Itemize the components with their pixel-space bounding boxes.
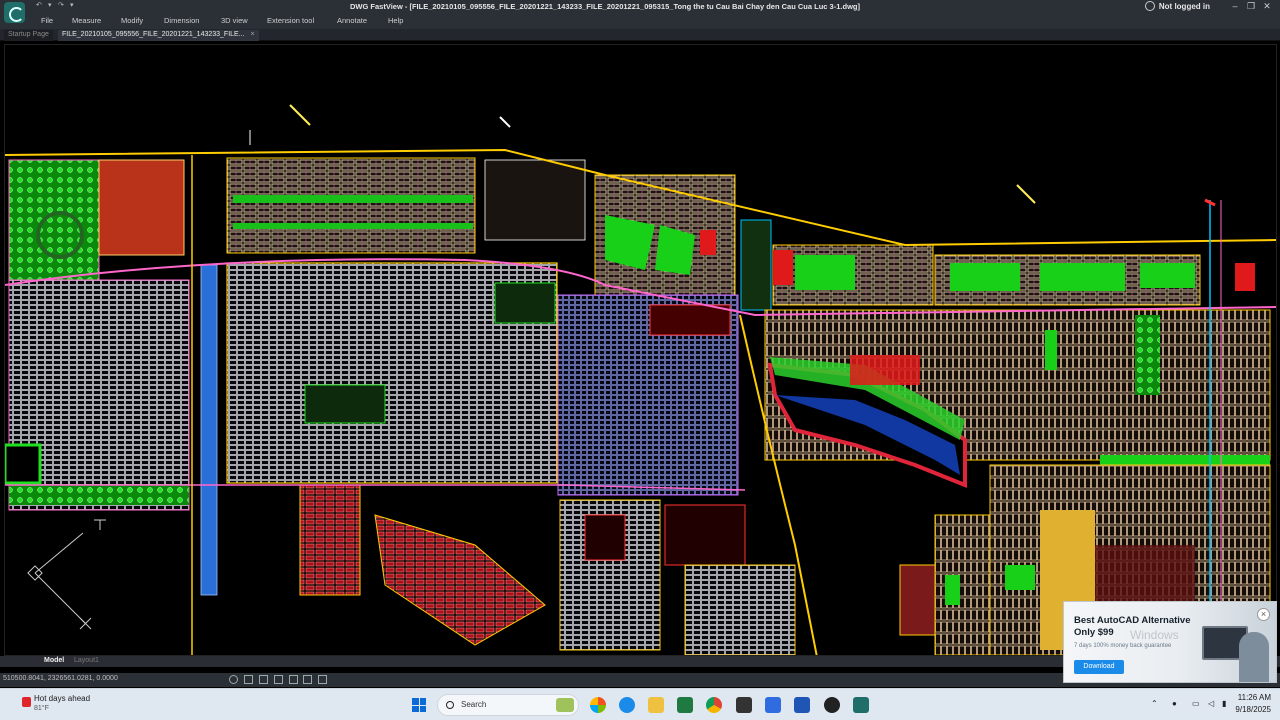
windows-activation-watermark: Windows: [1130, 628, 1179, 642]
search-highlight-icon: [556, 698, 574, 712]
copilot-app-icon[interactable]: [590, 697, 606, 713]
lineweight-icon[interactable]: [318, 675, 327, 684]
volume-icon[interactable]: ◁: [1208, 699, 1214, 708]
media-app-icon[interactable]: [824, 697, 840, 713]
weather-temperature: 81°F: [34, 705, 49, 712]
tab-startup-page[interactable]: Startup Page: [4, 30, 53, 41]
weather-alert-icon[interactable]: [22, 697, 31, 707]
menu-annotate[interactable]: Annotate: [337, 16, 367, 25]
otrack-icon[interactable]: [303, 675, 312, 684]
microphone-icon[interactable]: ●: [1172, 699, 1177, 708]
taskbar-search-box[interactable]: Search: [437, 694, 579, 716]
dwg-fastview-app-icon[interactable]: [853, 697, 869, 713]
ad-download-button[interactable]: Download: [1074, 660, 1124, 674]
menu-measure[interactable]: Measure: [72, 16, 101, 25]
restore-icon[interactable]: ❐: [1244, 0, 1258, 13]
window-title: DWG FastView - [FILE_20210105_095556_FIL…: [350, 2, 860, 11]
dwg-fastview-window: ↶ ▾ ↷ ▾ DWG FastView - [FILE_20210105_09…: [0, 0, 1280, 720]
ad-close-icon[interactable]: ×: [1257, 608, 1270, 621]
osnap-icon[interactable]: [289, 675, 298, 684]
user-icon: [1144, 1, 1155, 11]
file-explorer-app-icon[interactable]: [648, 697, 664, 713]
ad-title: Best AutoCAD Alternative: [1074, 615, 1191, 626]
close-icon[interactable]: ✕: [1260, 0, 1274, 13]
capcut-app-icon[interactable]: [736, 697, 752, 713]
excel-app-icon[interactable]: [677, 697, 693, 713]
cad-drawing-canvas[interactable]: [4, 44, 1277, 656]
menu-extension-tool[interactable]: Extension tool: [267, 16, 314, 25]
mail-app-icon[interactable]: [765, 697, 781, 713]
word-app-icon[interactable]: [794, 697, 810, 713]
ad-subtitle: 7 days 100% money back guarantee: [1074, 643, 1172, 649]
chrome-app-icon[interactable]: [706, 697, 722, 713]
menu-dimension[interactable]: Dimension: [164, 16, 199, 25]
tab-close-icon[interactable]: ×: [251, 31, 255, 38]
windows-start-icon[interactable]: [412, 698, 426, 712]
app-logo-icon[interactable]: [4, 2, 25, 23]
clock-time[interactable]: 11:26 AM: [1238, 693, 1271, 702]
menu-help[interactable]: Help: [388, 16, 403, 25]
ad-price: Only $99: [1074, 627, 1114, 638]
battery-icon[interactable]: ▮: [1222, 699, 1226, 708]
menu-modify[interactable]: Modify: [121, 16, 143, 25]
chevron-up-icon[interactable]: ⌃: [1151, 699, 1158, 708]
cad-drawing: [5, 104, 1276, 655]
tab-model[interactable]: Model: [44, 657, 64, 664]
tab-layout1[interactable]: Layout1: [74, 657, 99, 664]
network-icon[interactable]: ▭: [1192, 699, 1200, 708]
person-illustration: [1239, 632, 1269, 682]
clock-date[interactable]: 9/18/2025: [1235, 705, 1271, 714]
polar-icon[interactable]: [274, 675, 283, 684]
ad-popup[interactable]: Best AutoCAD Alternative Only $99 Window…: [1063, 601, 1277, 683]
tab-active-drawing[interactable]: FILE_20210105_095556_FILE_20201221_14323…: [58, 30, 259, 41]
menu-3d-view[interactable]: 3D view: [221, 16, 248, 25]
cursor-coordinates: 510500.8041, 2326561.0281, 0.0000: [3, 675, 118, 682]
ortho-icon[interactable]: [259, 675, 268, 684]
title-bar: ↶ ▾ ↷ ▾ DWG FastView - [FILE_20210105_09…: [0, 0, 1280, 23]
search-placeholder: Search: [461, 700, 487, 709]
user-status[interactable]: Not logged in: [1144, 1, 1210, 11]
windows-taskbar: Hot days ahead 81°F Search ⌃ ● ▭ ◁ ▮ 11:…: [0, 688, 1280, 720]
minimize-icon[interactable]: –: [1228, 0, 1242, 13]
tab-active-label: FILE_20210105_095556_FILE_20201221_14323…: [62, 31, 245, 38]
document-tab-bar: Startup Page FILE_20210105_095556_FILE_2…: [0, 29, 1280, 41]
snap-icon[interactable]: [229, 675, 238, 684]
edge-app-icon[interactable]: [619, 697, 635, 713]
user-status-label: Not logged in: [1158, 2, 1210, 11]
menu-file[interactable]: File: [41, 16, 53, 25]
weather-title[interactable]: Hot days ahead: [34, 694, 90, 703]
search-icon: [446, 701, 454, 709]
grid-icon[interactable]: [244, 675, 253, 684]
menu-bar: File Measure Modify Dimension 3D view Ex…: [0, 13, 1280, 29]
